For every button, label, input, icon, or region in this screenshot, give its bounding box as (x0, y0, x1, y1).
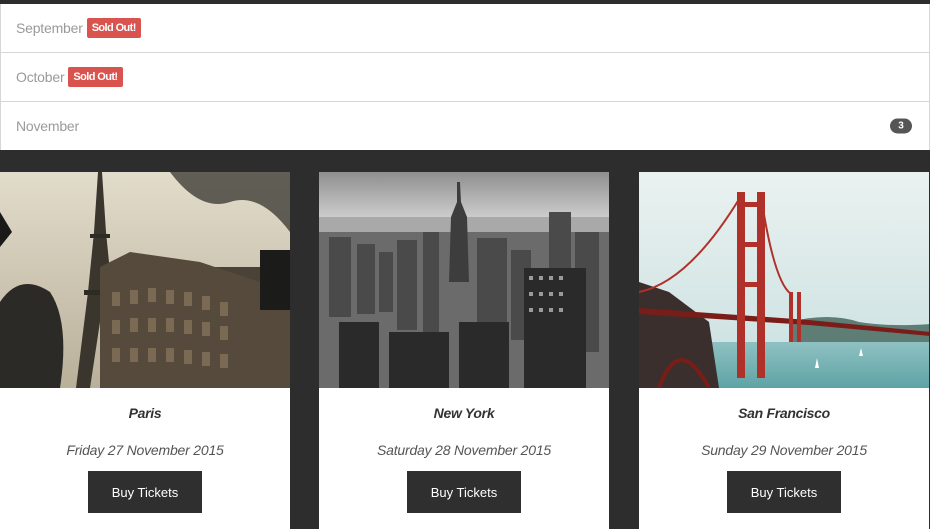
month-row-october[interactable]: October Sold Out! (0, 53, 930, 102)
month-label: November (16, 118, 79, 134)
sold-out-badge: Sold Out! (68, 67, 123, 87)
buy-tickets-button[interactable]: Buy Tickets (407, 471, 521, 513)
month-row-november[interactable]: November 3 (0, 102, 930, 150)
event-date: Saturday 28 November 2015 (377, 442, 551, 458)
golden-gate-bridge-photo (639, 172, 929, 388)
event-card-paris: Paris Friday 27 November 2015 Buy Ticket… (0, 172, 290, 529)
new-york-skyline-photo (319, 172, 609, 388)
event-city: New York (433, 405, 495, 421)
month-label: October (16, 69, 65, 85)
buy-tickets-button[interactable]: Buy Tickets (88, 471, 202, 513)
eiffel-tower-photo (0, 172, 290, 388)
month-label: September (16, 20, 83, 36)
month-row-september[interactable]: September Sold Out! (0, 4, 930, 53)
sold-out-badge: Sold Out! (86, 18, 141, 38)
event-card-san-francisco: San Francisco Sunday 29 November 2015 Bu… (639, 172, 929, 529)
event-city: Paris (128, 405, 162, 421)
month-list: September Sold Out! October Sold Out! No… (0, 4, 930, 150)
event-date: Sunday 29 November 2015 (701, 442, 867, 458)
event-count-badge: 3 (890, 118, 912, 134)
event-card-new-york: New York Saturday 28 November 2015 Buy T… (319, 172, 609, 529)
buy-tickets-button[interactable]: Buy Tickets (727, 471, 841, 513)
event-city: San Francisco (738, 405, 830, 421)
event-date: Friday 27 November 2015 (66, 442, 224, 458)
